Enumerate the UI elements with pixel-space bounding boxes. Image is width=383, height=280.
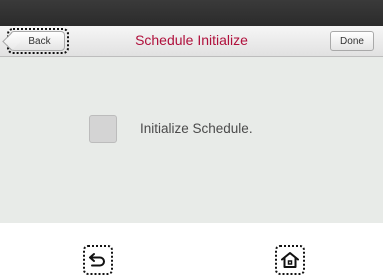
done-button-label: Done [340,35,364,47]
title-bar: Back Schedule Initialize Done [0,26,383,57]
bottom-nav [0,223,383,280]
done-button[interactable]: Done [330,31,374,51]
back-button-label: Back [28,35,51,47]
page-title: Schedule Initialize [135,32,248,48]
back-button[interactable]: Back [10,31,65,51]
content-area: Initialize Schedule. [0,57,383,223]
back-arrow-icon[interactable] [83,245,113,275]
initialize-schedule-checkbox[interactable] [89,115,117,143]
initialize-schedule-label: Initialize Schedule. [140,121,253,136]
home-icon[interactable] [275,245,305,275]
status-bar [0,0,383,26]
